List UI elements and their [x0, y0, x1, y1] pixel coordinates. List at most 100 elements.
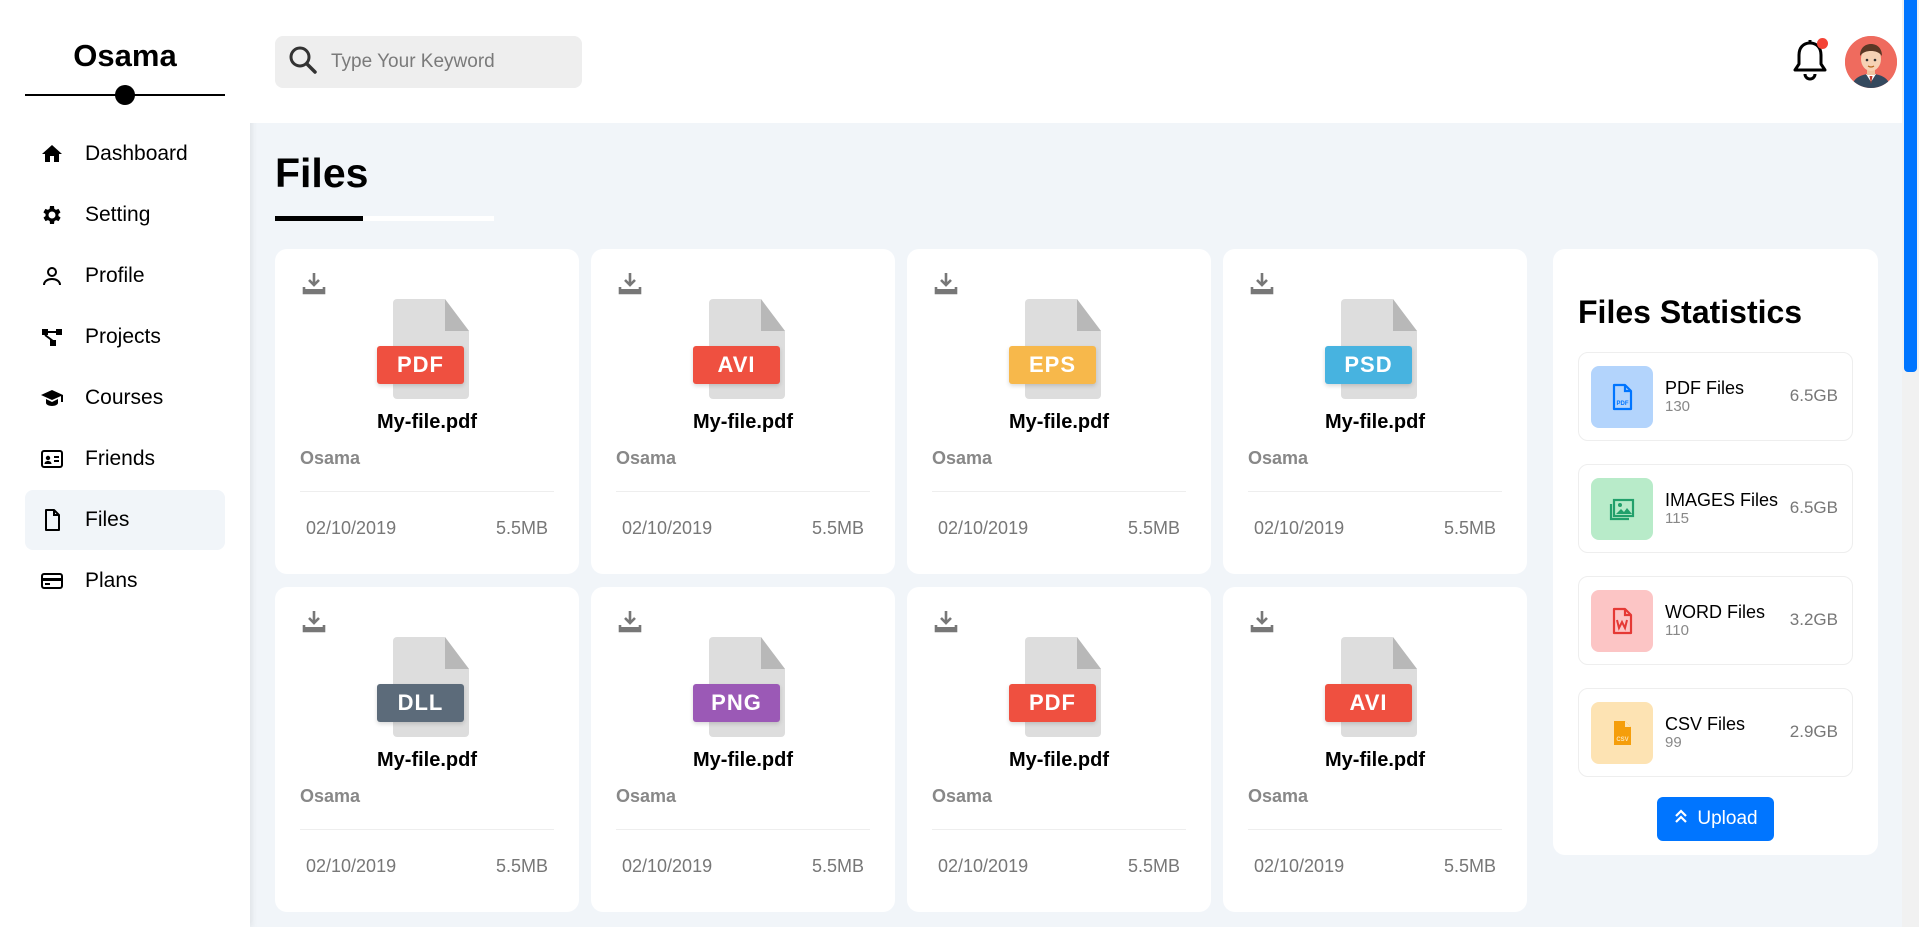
card-divider [616, 491, 870, 492]
sidebar-item-label: Plans [85, 569, 138, 592]
card-divider [300, 829, 554, 830]
sidebar-item-label: Dashboard [85, 142, 188, 165]
stats-title: Files Statistics [1578, 294, 1803, 330]
file-type-label: PDF [377, 346, 464, 384]
file-date: 02/10/2019 [306, 518, 397, 538]
page-scrollbar[interactable] [1902, 0, 1919, 927]
csv-file-icon: CSV [1591, 701, 1653, 764]
file-card[interactable]: DLL My-file.pdf Osama 02/10/2019 5.5MB [275, 587, 579, 912]
id-card-icon [39, 446, 65, 472]
file-owner: Osama [932, 448, 993, 468]
file-type-icon: PDF [377, 299, 477, 399]
sidebar-item-label: Friends [85, 447, 156, 470]
file-type-label: AVI [1325, 684, 1412, 722]
file-type-icon: DLL [377, 637, 477, 737]
download-icon[interactable] [301, 271, 327, 297]
file-name: My-file.pdf [1009, 749, 1109, 771]
file-owner: Osama [300, 786, 361, 806]
file-size: 5.5MB [1443, 856, 1496, 876]
file-type-icon: PNG [693, 637, 793, 737]
file-card[interactable]: AVI My-file.pdf Osama 02/10/2019 5.5MB [591, 249, 895, 574]
file-name: My-file.pdf [1009, 411, 1109, 433]
file-date: 02/10/2019 [938, 518, 1029, 538]
upload-button-label: Upload [1697, 808, 1758, 829]
gear-icon [39, 202, 65, 228]
upload-button[interactable]: Upload [1657, 797, 1774, 841]
sidebar-item-setting[interactable]: Setting [25, 185, 225, 245]
sidebar-item-dashboard[interactable]: Dashboard [25, 124, 225, 184]
stats-list: PDF PDF Files 130 6.5GB IMAGES Files 115… [1578, 352, 1853, 777]
sidebar-item-label: Files [85, 508, 130, 531]
card-divider [932, 491, 1186, 492]
bell-icon[interactable] [1790, 38, 1830, 82]
notification-badge [1817, 38, 1828, 49]
sidebar-item-projects[interactable]: Projects [25, 307, 225, 367]
file-date: 02/10/2019 [306, 856, 397, 876]
file-owner: Osama [1248, 786, 1309, 806]
home-icon [39, 141, 65, 167]
file-size: 5.5MB [1127, 518, 1180, 538]
file-type-label: EPS [1009, 346, 1096, 384]
file-date: 02/10/2019 [1254, 518, 1345, 538]
stat-item[interactable]: PDF PDF Files 130 6.5GB [1578, 352, 1853, 441]
file-owner: Osama [932, 786, 993, 806]
file-name: My-file.pdf [693, 411, 793, 433]
title-underline [275, 216, 363, 221]
card-divider [1248, 491, 1502, 492]
sidebar-item-label: Profile [85, 264, 145, 287]
sidebar-item-profile[interactable]: Profile [25, 246, 225, 306]
file-type-label: PNG [693, 684, 780, 722]
sidebar-item-label: Courses [85, 386, 164, 409]
download-icon[interactable] [1249, 609, 1275, 635]
sidebar-item-files[interactable]: Files [25, 490, 225, 550]
file-name: My-file.pdf [693, 749, 793, 771]
download-icon[interactable] [301, 609, 327, 635]
file-size: 5.5MB [1127, 856, 1180, 876]
file-size: 5.5MB [495, 518, 548, 538]
svg-text:PDF: PDF [1617, 401, 1629, 407]
sidebar-item-courses[interactable]: Courses [25, 368, 225, 428]
scrollbar-thumb[interactable] [1904, 0, 1917, 372]
stat-amount: 3.2GB [1789, 610, 1838, 629]
stat-amount: 6.5GB [1789, 498, 1838, 517]
sidebar-item-label: Projects [85, 325, 161, 348]
file-icon [39, 507, 65, 533]
avatar[interactable] [1845, 36, 1897, 88]
stat-item[interactable]: WORD Files 110 3.2GB [1578, 576, 1853, 665]
file-card[interactable]: PDF My-file.pdf Osama 02/10/2019 5.5MB [275, 249, 579, 574]
stat-label: PDF Files [1665, 377, 1745, 398]
stat-amount: 6.5GB [1789, 386, 1838, 405]
download-icon[interactable] [1249, 271, 1275, 297]
file-type-label: PDF [1009, 684, 1096, 722]
file-card[interactable]: EPS My-file.pdf Osama 02/10/2019 5.5MB [907, 249, 1211, 574]
download-icon[interactable] [933, 609, 959, 635]
card-divider [1248, 829, 1502, 830]
word-file-icon [1591, 589, 1653, 652]
stat-count: 99 [1665, 733, 1682, 751]
stat-amount: 2.9GB [1789, 722, 1838, 741]
file-card[interactable]: AVI My-file.pdf Osama 02/10/2019 5.5MB [1223, 587, 1527, 912]
sidebar-item-friends[interactable]: Friends [25, 429, 225, 489]
file-card[interactable]: PNG My-file.pdf Osama 02/10/2019 5.5MB [591, 587, 895, 912]
download-icon[interactable] [617, 271, 643, 297]
download-icon[interactable] [933, 271, 959, 297]
file-name: My-file.pdf [1325, 749, 1425, 771]
file-type-icon: AVI [693, 299, 793, 399]
file-date: 02/10/2019 [938, 856, 1029, 876]
search-box [275, 36, 582, 88]
file-type-icon: EPS [1009, 299, 1109, 399]
file-date: 02/10/2019 [622, 518, 713, 538]
stat-item[interactable]: CSV CSV Files 99 2.9GB [1578, 688, 1853, 777]
stat-item[interactable]: IMAGES Files 115 6.5GB [1578, 464, 1853, 553]
files-statistics-panel: Files Statistics PDF PDF Files 130 6.5GB… [1553, 249, 1878, 855]
credit-card-icon [39, 568, 65, 594]
file-card[interactable]: PDF My-file.pdf Osama 02/10/2019 5.5MB [907, 587, 1211, 912]
file-size: 5.5MB [1443, 518, 1496, 538]
brand-name: Osama [73, 38, 177, 73]
file-type-label: DLL [377, 684, 464, 722]
sidebar-item-plans[interactable]: Plans [25, 551, 225, 611]
download-icon[interactable] [617, 609, 643, 635]
file-owner: Osama [616, 786, 677, 806]
search-input[interactable] [331, 51, 571, 73]
file-card[interactable]: PSD My-file.pdf Osama 02/10/2019 5.5MB [1223, 249, 1527, 574]
